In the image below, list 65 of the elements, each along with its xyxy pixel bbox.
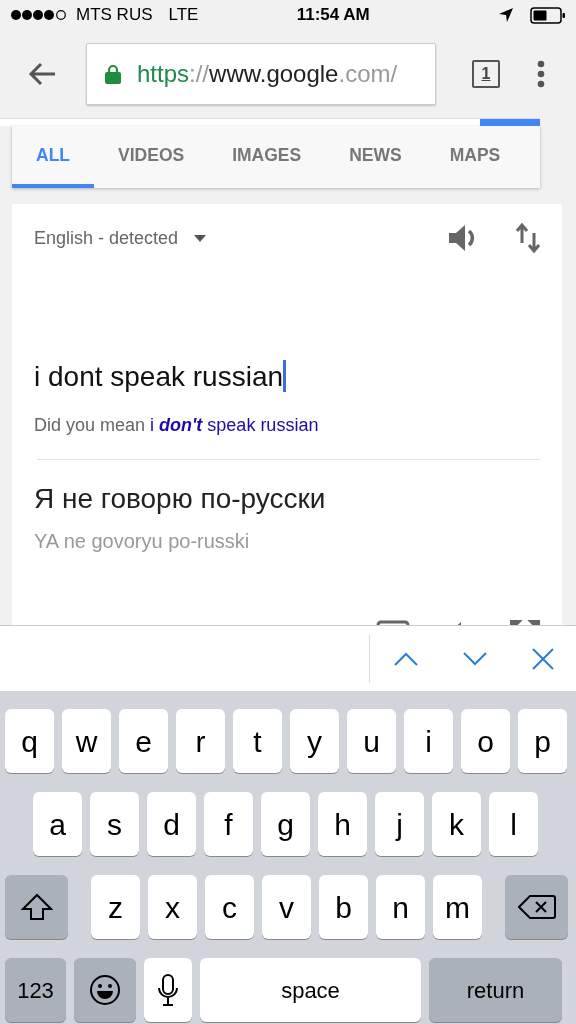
key[interactable]: q	[5, 709, 54, 773]
key[interactable]: w	[62, 709, 111, 773]
key[interactable]: z	[91, 875, 140, 939]
shift-icon	[20, 893, 53, 921]
spelling-suggestion: Did you mean i don't speak russian	[34, 414, 320, 437]
swap-languages-icon[interactable]	[516, 223, 540, 253]
mic-key[interactable]	[144, 958, 192, 1022]
key[interactable]: m	[433, 875, 482, 939]
backspace-key[interactable]	[505, 875, 568, 939]
clock: 11:54 AM	[296, 4, 370, 27]
microphone-icon	[158, 974, 178, 1006]
key[interactable]: v	[262, 875, 311, 939]
key[interactable]: b	[319, 875, 368, 939]
network-type: LTE	[168, 4, 199, 27]
emoji-key[interactable]	[74, 958, 136, 1022]
url-text: https://www.google.com/	[137, 59, 398, 89]
key[interactable]: j	[375, 792, 424, 856]
shift-key[interactable]	[5, 875, 68, 939]
previous-result-icon[interactable]	[394, 651, 418, 666]
language-dropdown[interactable]: English - detected	[34, 224, 207, 252]
text-cursor	[283, 360, 287, 392]
key[interactable]: e	[119, 709, 168, 773]
key[interactable]: n	[376, 875, 425, 939]
key[interactable]: c	[205, 875, 254, 939]
key[interactable]: t	[233, 709, 282, 773]
key[interactable]: k	[432, 792, 481, 856]
translation-text: Я не говорю по-русски	[34, 482, 327, 516]
key[interactable]: p	[518, 709, 567, 773]
key[interactable]: y	[290, 709, 339, 773]
tab[interactable]: VIDEOS	[94, 126, 209, 188]
backspace-icon	[517, 894, 556, 920]
return-key[interactable]: return	[429, 958, 562, 1022]
next-result-icon[interactable]	[463, 651, 487, 666]
carrier-name: MTS RUS	[76, 4, 153, 27]
key[interactable]: a	[33, 792, 82, 856]
input-field[interactable]: i dont speak russian	[34, 356, 540, 398]
key[interactable]: g	[261, 792, 310, 856]
key[interactable]: h	[318, 792, 367, 856]
tab[interactable]: NEWS	[325, 126, 426, 188]
dropdown-caret-icon	[194, 234, 207, 242]
transliteration-text: YA ne govoryu po-russki	[34, 529, 251, 554]
key[interactable]: l	[489, 792, 538, 856]
signal-icon	[10, 9, 68, 21]
key[interactable]: s	[90, 792, 139, 856]
emoji-icon	[89, 974, 121, 1006]
key[interactable]: d	[147, 792, 196, 856]
location-arrow-icon	[498, 7, 514, 23]
address-bar[interactable]: https://www.google.com/	[86, 43, 436, 105]
space-key[interactable]: space	[200, 958, 421, 1022]
numbers-key[interactable]: 123	[5, 958, 66, 1022]
key[interactable]: f	[204, 792, 253, 856]
key[interactable]: r	[176, 709, 225, 773]
lock-icon	[105, 64, 121, 84]
tab-switcher-button[interactable]: 1	[472, 60, 500, 88]
close-icon[interactable]	[532, 647, 554, 670]
key[interactable]: x	[148, 875, 197, 939]
menu-icon[interactable]	[536, 60, 546, 88]
key[interactable]: o	[461, 709, 510, 773]
back-icon[interactable]	[28, 62, 56, 86]
tab[interactable]: IMAGES	[208, 126, 326, 188]
tab[interactable]: MAPS	[425, 126, 525, 188]
key[interactable]: u	[347, 709, 396, 773]
battery-icon	[530, 6, 566, 24]
suggestion-link[interactable]: i don't speak russian	[150, 415, 319, 435]
key[interactable]: i	[404, 709, 453, 773]
